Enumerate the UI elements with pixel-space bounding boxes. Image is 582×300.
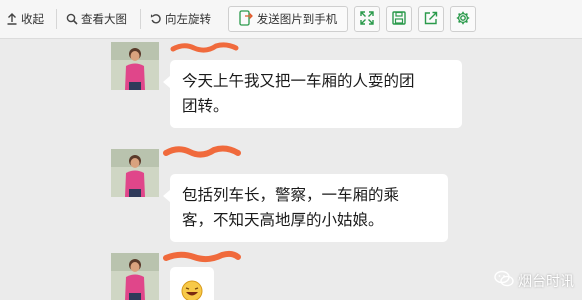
message-line: 团转。 — [182, 97, 229, 115]
redacted-name — [163, 250, 241, 263]
arrow-up-icon — [6, 13, 18, 25]
rotate-left-button[interactable]: 向左旋转 — [150, 0, 211, 38]
share-icon — [424, 11, 438, 28]
view-large-button[interactable]: 查看大图 — [66, 0, 127, 38]
redacted-name — [163, 145, 241, 158]
share-button[interactable] — [418, 6, 444, 32]
avatar — [111, 149, 159, 197]
redacted-name — [170, 42, 239, 53]
send-to-phone-label: 发送图片到手机 — [256, 12, 338, 26]
toolbar-divider — [140, 9, 141, 29]
view-large-label: 查看大图 — [81, 12, 127, 26]
toolbar-divider — [56, 9, 57, 29]
magnifier-icon — [66, 13, 78, 25]
send-to-phone-button[interactable]: 发送图片到手机 — [228, 6, 348, 32]
gear-icon — [456, 11, 470, 28]
avatar — [111, 253, 159, 300]
expand-icon — [360, 10, 374, 28]
collapse-button[interactable]: 收起 — [6, 0, 44, 38]
collapse-label: 收起 — [21, 12, 44, 26]
wechat-icon — [494, 270, 514, 292]
floppy-save-icon — [392, 10, 406, 28]
message-bubble: 今天上午我又把一车厢的人耍的团 团转。 — [163, 60, 462, 128]
message-line: 包括列车长，警察，一车厢的乘 — [182, 186, 400, 204]
message-line: 客，不知天高地厚的小姑娘。 — [182, 211, 384, 229]
message-bubble — [170, 267, 214, 300]
chat-screenshot: 今天上午我又把一车厢的人耍的团 团转。 包括列车长，警察，一车厢的乘 客，不知天… — [0, 39, 582, 300]
fullscreen-button[interactable] — [354, 6, 380, 32]
message-bubble: 包括列车长，警察，一车厢的乘 客，不知天高地厚的小姑娘。 — [163, 174, 448, 242]
watermark-text: 烟台时讯 — [518, 274, 574, 290]
laughing-emoji-icon — [181, 280, 203, 300]
message-line: 今天上午我又把一车厢的人耍的团 — [182, 72, 415, 90]
avatar — [111, 42, 159, 90]
rotate-left-icon — [150, 13, 162, 25]
phone-send-icon — [239, 9, 253, 29]
rotate-left-label: 向左旋转 — [165, 12, 211, 26]
watermark: 烟台时讯 — [494, 270, 574, 292]
save-button[interactable] — [386, 6, 412, 32]
settings-button[interactable] — [450, 6, 476, 32]
image-viewer-toolbar: 收起 查看大图 向左旋转 发送图片到手机 — [0, 0, 582, 39]
